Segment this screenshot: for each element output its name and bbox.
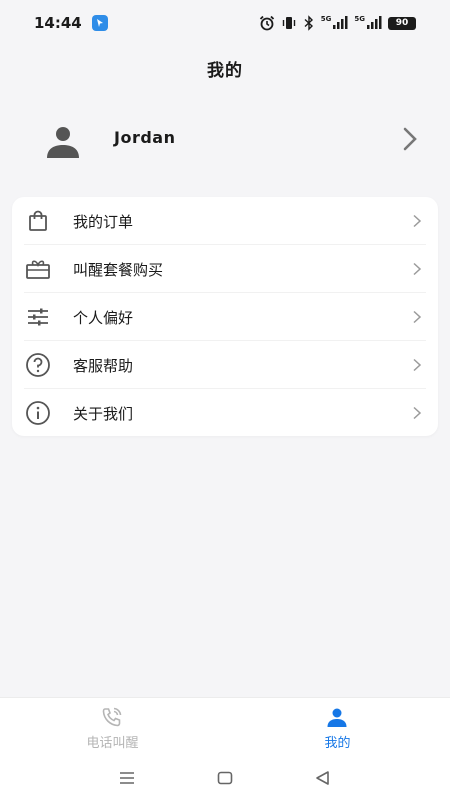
alarm-icon <box>259 15 274 31</box>
menu-item-customer-help[interactable]: 客服帮助 <box>12 341 438 389</box>
chevron-right-icon <box>413 358 422 372</box>
person-icon <box>47 127 79 158</box>
chevron-right-icon <box>413 406 422 420</box>
tab-label: 我的 <box>324 736 351 751</box>
person-icon <box>327 708 347 727</box>
back-icon[interactable] <box>314 769 332 787</box>
bluetooth-icon <box>304 15 313 31</box>
menu-icon[interactable] <box>118 769 136 787</box>
status-right: 5G 5G 90 <box>259 15 416 31</box>
menu-item-package-purchase[interactable]: 叫醒套餐购买 <box>12 245 438 293</box>
status-left: 14:44 <box>34 14 108 32</box>
home-icon[interactable] <box>216 769 234 787</box>
battery-indicator: 90 <box>388 16 416 30</box>
menu-item-preferences[interactable]: 个人偏好 <box>12 293 438 341</box>
menu-item-label: 个人偏好 <box>73 308 134 327</box>
tab-mine[interactable]: 我的 <box>225 698 450 758</box>
menu-card: 我的订单 叫醒套餐购买 个人偏好 客服帮助 关于我们 <box>12 197 438 436</box>
signal-2-label: 5G <box>354 15 365 23</box>
signal-2-icon <box>367 16 382 29</box>
chevron-right-icon <box>413 214 422 228</box>
signal-1-label: 5G <box>320 15 332 23</box>
menu-item-label: 叫醒套餐购买 <box>73 260 164 279</box>
help-circle-icon <box>24 351 52 379</box>
signal-1-icon <box>333 16 348 29</box>
phone-call-icon <box>102 707 122 727</box>
profile-name: Jordan <box>114 128 176 147</box>
chevron-right-icon[interactable] <box>400 126 420 152</box>
menu-item-label: 我的订单 <box>73 212 134 231</box>
menu-item-label: 关于我们 <box>73 404 134 423</box>
vibrate-icon <box>282 17 295 29</box>
tab-phone-wakeup[interactable]: 电话叫醒 <box>0 698 225 758</box>
menu-item-label: 客服帮助 <box>73 356 134 375</box>
tab-label: 电话叫醒 <box>86 736 139 751</box>
sliders-icon <box>24 303 52 331</box>
menu-item-orders[interactable]: 我的订单 <box>12 197 438 245</box>
menu-item-about-us[interactable]: 关于我们 <box>12 389 438 437</box>
status-time: 14:44 <box>34 14 82 32</box>
profile-row[interactable]: Jordan <box>0 114 450 166</box>
gift-box-icon <box>24 255 52 283</box>
status-bar: 14:44 5G 5G 90 <box>0 0 450 46</box>
bottom-tab-bar: 电话叫醒 我的 <box>0 697 450 758</box>
chevron-right-icon <box>413 310 422 324</box>
shopping-bag-icon <box>24 207 52 235</box>
chevron-right-icon <box>413 262 422 276</box>
page-title: 我的 <box>207 61 243 81</box>
system-nav-bar <box>0 757 450 800</box>
app-notification-icon <box>91 15 108 31</box>
info-circle-icon <box>24 399 52 427</box>
